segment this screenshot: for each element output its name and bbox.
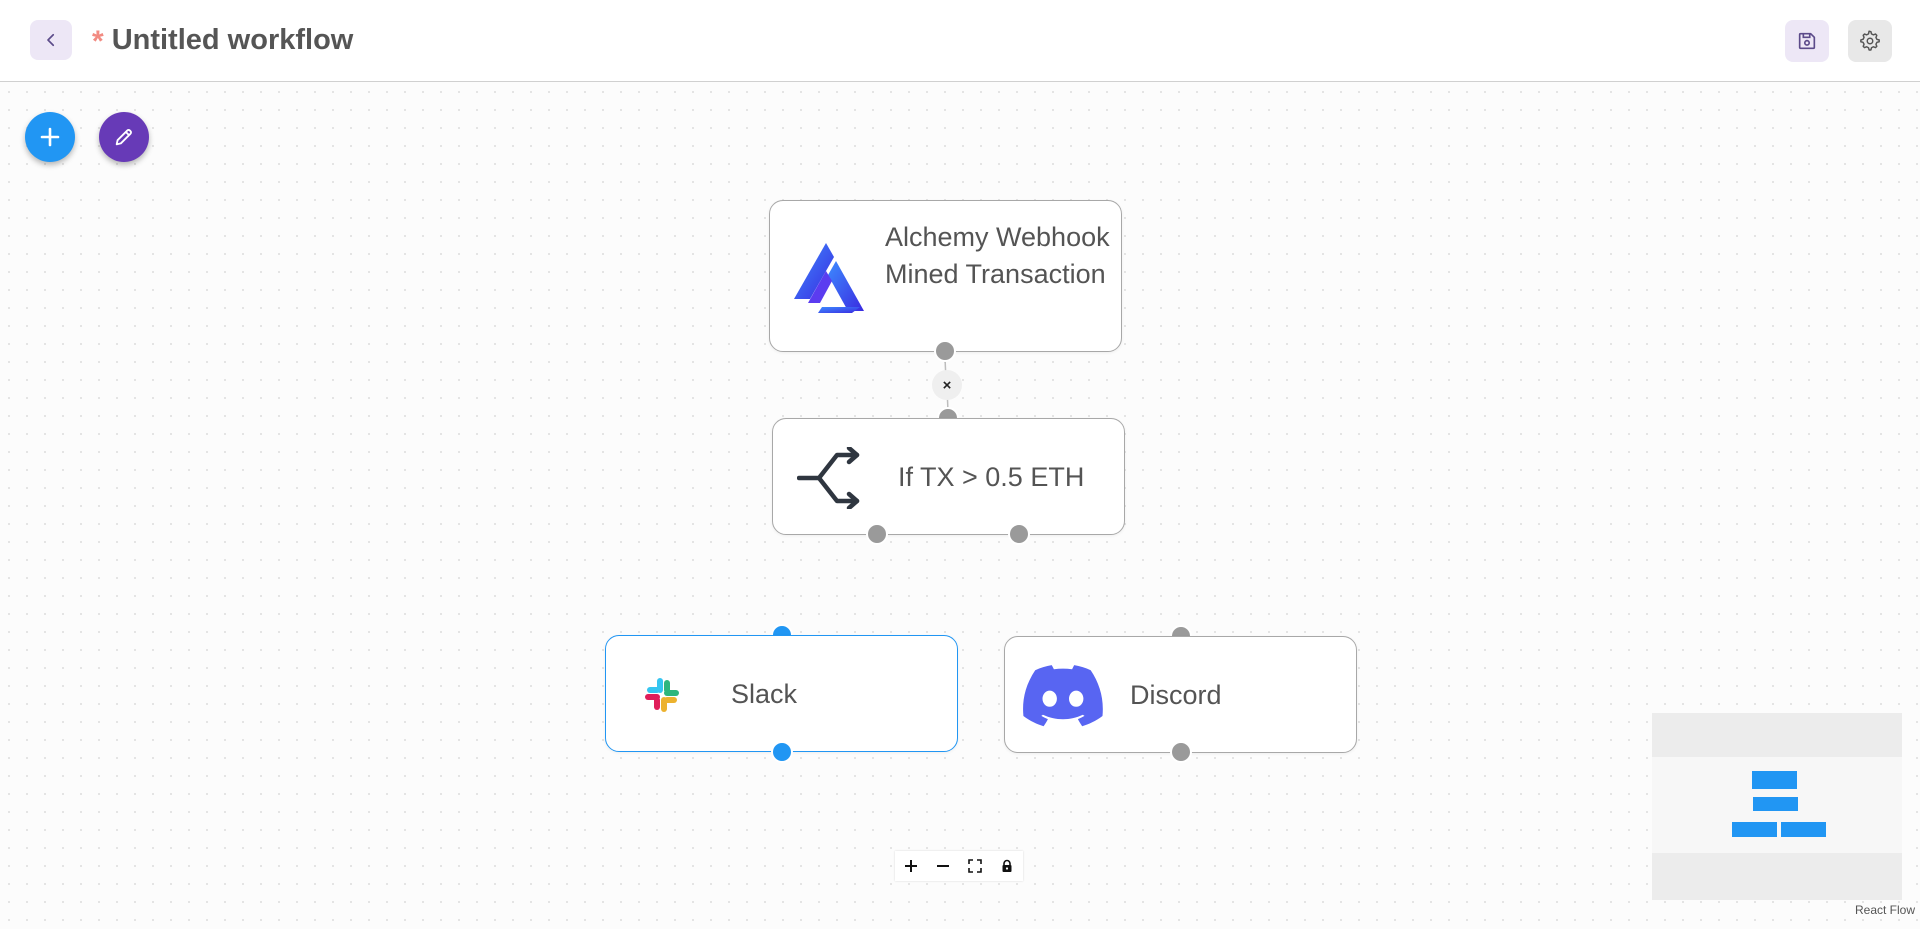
delete-edge-button[interactable]: ×	[932, 370, 962, 400]
alchemy-source-handle[interactable]	[934, 340, 956, 362]
node-if-condition[interactable]: If TX > 0.5 ETH	[772, 418, 1125, 535]
canvas-controls	[895, 851, 1023, 881]
edit-workflow-button[interactable]	[99, 112, 149, 162]
lock-toggle-button[interactable]	[991, 851, 1023, 881]
minimap[interactable]	[1652, 713, 1902, 900]
minimap-node	[1753, 797, 1798, 811]
ifelse-true-handle[interactable]	[866, 523, 888, 545]
node-label: Alchemy Webhook Mined Transaction	[885, 222, 1110, 289]
alchemy-logo-icon	[794, 243, 864, 313]
add-node-button[interactable]	[25, 112, 75, 162]
fit-view-button[interactable]	[959, 851, 991, 881]
minimap-node	[1781, 822, 1826, 837]
minus-icon	[937, 865, 949, 867]
node-slack[interactable]: Slack	[605, 635, 958, 752]
minimap-node	[1732, 822, 1777, 837]
node-discord[interactable]: Discord	[1004, 636, 1357, 753]
lock-icon	[1002, 859, 1012, 872]
discord-logo-icon	[1023, 665, 1103, 727]
slack-logo-icon	[645, 678, 679, 712]
minimap-node	[1752, 771, 1797, 789]
discord-source-handle[interactable]	[1170, 741, 1192, 763]
branch-split-icon	[797, 447, 860, 509]
node-label: If TX > 0.5 ETH	[898, 462, 1085, 492]
node-alchemy-webhook[interactable]: Alchemy Webhook Mined Transaction	[769, 200, 1122, 352]
zoom-in-button[interactable]	[895, 851, 927, 881]
ifelse-false-handle[interactable]	[1008, 523, 1030, 545]
react-flow-attribution[interactable]: React Flow	[1855, 903, 1915, 917]
zoom-out-button[interactable]	[927, 851, 959, 881]
node-label: Slack	[731, 679, 798, 709]
slack-source-handle[interactable]	[771, 741, 793, 763]
plus-icon	[905, 860, 917, 872]
plus-icon	[40, 127, 60, 147]
fit-view-icon	[968, 859, 982, 873]
node-label: Discord	[1130, 680, 1222, 710]
pencil-icon	[115, 129, 132, 146]
